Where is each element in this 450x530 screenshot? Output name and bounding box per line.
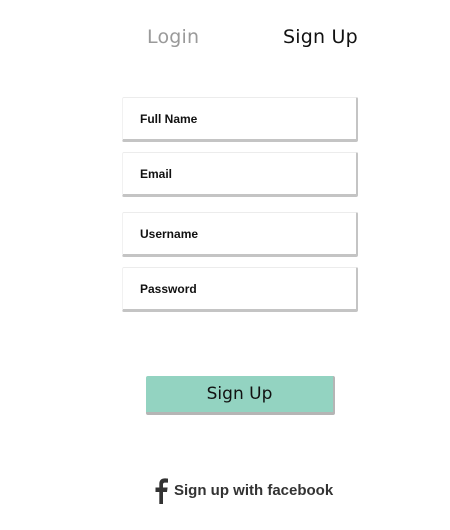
username-field-wrapper xyxy=(122,212,358,257)
full-name-field[interactable] xyxy=(123,98,356,139)
email-field-wrapper xyxy=(122,152,358,197)
tab-signup[interactable]: Sign Up xyxy=(283,26,358,48)
signup-button[interactable]: Sign Up xyxy=(146,376,335,415)
email-field[interactable] xyxy=(123,153,356,194)
password-field-wrapper xyxy=(122,267,358,312)
facebook-signup-label: Sign up with facebook xyxy=(174,482,334,499)
tab-login[interactable]: Login xyxy=(147,26,199,48)
username-field[interactable] xyxy=(123,213,356,254)
auth-tabs: Login Sign Up xyxy=(0,26,450,56)
facebook-icon xyxy=(154,478,168,504)
password-field[interactable] xyxy=(123,268,356,309)
full-name-field-wrapper xyxy=(122,97,358,142)
